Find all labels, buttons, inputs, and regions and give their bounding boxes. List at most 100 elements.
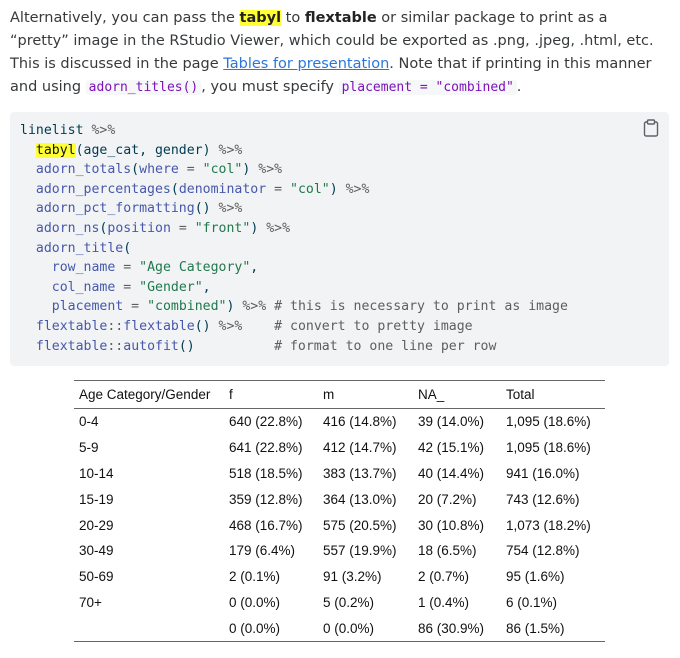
table-cell: 70+ <box>79 595 102 611</box>
table-cell: 5-9 <box>79 439 99 455</box>
table-cell: 10-14 <box>79 465 114 481</box>
table-cell: 383 (13.7%) <box>323 465 397 481</box>
code-token: "combined" <box>147 299 227 315</box>
header-f: f <box>229 387 233 402</box>
code-line: adorn_title( <box>36 241 131 256</box>
table-cell: 20-29 <box>79 517 114 533</box>
table-cell: 941 (16.0%) <box>506 465 580 481</box>
highlighted-term-tabyl: tabyl <box>239 10 282 26</box>
table-cell: 40 (14.4%) <box>418 465 485 481</box>
code-token: %>% <box>258 162 283 178</box>
code-token: %>% <box>218 318 243 334</box>
code-token: adorn_ns <box>35 220 100 236</box>
code-token: = <box>170 220 195 236</box>
code-token: ( <box>123 240 132 256</box>
code-content: linelist %>% tabyl(age_cat, gender) %>% … <box>20 121 568 356</box>
inline-code-adorn-titles: adorn_titles() <box>85 80 202 95</box>
code-block: linelist %>% tabyl(age_cat, gender) %>% … <box>10 112 669 366</box>
table-row: 70+ 0 (0.0%) 5 (0.2%) 1 (0.4%) 6 (0.1%) <box>74 590 605 616</box>
code-token: "col" <box>290 181 330 197</box>
inline-code-placement: placement = "combined" <box>338 80 517 95</box>
code-token: %>% <box>83 123 116 138</box>
code-token: :: <box>107 318 124 334</box>
table-row: 20-29 468 (16.7%) 575 (20.5%) 30 (10.8%) 1,0… <box>74 512 605 538</box>
code-token: "col" <box>202 162 243 178</box>
paragraph-text: . <box>516 79 522 95</box>
table-cell: 416 (14.8%) <box>323 414 397 430</box>
code-line: linelist %>% <box>20 123 115 138</box>
code-comment: # format to one line per row <box>194 338 497 354</box>
table-cell <box>74 616 224 642</box>
table-cell: 86 (1.5%) <box>506 620 565 636</box>
code-token: () <box>194 201 219 217</box>
code-line: adorn_percentages(denominator = "col") %… <box>36 182 370 197</box>
table-cell: 86 (30.9%) <box>418 620 485 636</box>
code-token: "front" <box>194 220 251 236</box>
table-cell: 50-69 <box>79 569 114 585</box>
table-row: 10-14 518 (18.5%) 383 (13.7%) 40 (14.4%) 941… <box>74 460 605 486</box>
code-token: () <box>178 338 195 354</box>
code-token: %>% <box>218 142 243 158</box>
code-token: ( <box>170 181 179 197</box>
table-cell: 1,095 (18.6%) <box>506 439 591 455</box>
code-token: ) <box>250 220 267 236</box>
table-cell: 743 (12.6%) <box>506 491 580 507</box>
table-cell: 5 (0.2%) <box>323 595 375 611</box>
code-line: adorn_ns(position = "front") %>% <box>36 221 290 236</box>
code-token: adorn_pct_formatting <box>35 201 195 217</box>
code-token: autofit <box>123 338 179 354</box>
header-age-category-gender: Age Category/Gender <box>79 387 211 402</box>
code-token: row_name <box>51 260 116 276</box>
tables-for-presentation-link[interactable]: Tables for presentation <box>223 56 389 72</box>
code-token: %>% <box>266 220 291 236</box>
table-cell: 468 (16.7%) <box>229 517 303 533</box>
table-cell: 42 (15.1%) <box>418 439 485 455</box>
code-token: %>% <box>242 299 267 315</box>
code-token: linelist <box>20 123 84 138</box>
table-cell: 179 (6.4%) <box>229 543 296 559</box>
code-token: () <box>194 318 219 334</box>
table-cell: 2 (0.1%) <box>229 569 281 585</box>
table-row: 50-69 2 (0.1%) 91 (3.2%) 2 (0.7%) 95 (1.6%) <box>74 564 605 590</box>
table-cell: 557 (19.9%) <box>323 543 397 559</box>
code-token: col_name <box>51 279 116 295</box>
table-cell: 364 (13.0%) <box>323 491 397 507</box>
code-token: adorn_title <box>35 240 124 256</box>
code-token: denominator <box>178 181 267 197</box>
table-header-row: Age Category/Gender f m NA_ Total <box>74 380 605 409</box>
intro-paragraph: Alternatively, you can pass the tabyl to… <box>10 7 670 99</box>
code-line: placement = "combined") %>% # this is ne… <box>52 299 568 314</box>
table-cell: 6 (0.1%) <box>506 595 558 611</box>
table-cell: 18 (6.5%) <box>418 543 477 559</box>
table-cell: 30 (10.8%) <box>418 517 485 533</box>
code-token: where <box>139 162 179 178</box>
table-cell: 0 (0.0%) <box>323 620 375 636</box>
code-token: adorn_percentages <box>35 181 171 197</box>
code-token: %>% <box>345 181 370 197</box>
table-cell: 91 (3.2%) <box>323 569 382 585</box>
table-row: 30-49 179 (6.4%) 557 (19.9%) 18 (6.5%) 754 (… <box>74 538 605 564</box>
code-token: ( <box>131 162 140 178</box>
table-row: 0-4 640 (22.8%) 416 (14.8%) 39 (14.0%) 1,095… <box>74 409 605 435</box>
table-cell: 412 (14.7%) <box>323 439 397 455</box>
code-token: = <box>123 299 148 315</box>
code-token: ) <box>242 162 259 178</box>
code-token: , <box>202 279 211 295</box>
table-cell: 1,095 (18.6%) <box>506 414 591 430</box>
table-cell: 0 (0.0%) <box>229 620 281 636</box>
code-token: (age_cat, gender) <box>75 142 219 158</box>
code-comment: # this is necessary to print as image <box>266 299 568 315</box>
table-cell: 0 (0.0%) <box>229 595 281 611</box>
code-token: "Gender" <box>139 279 203 295</box>
table-cell: 518 (18.5%) <box>229 465 303 481</box>
code-line: adorn_totals(where = "col") %>% <box>36 162 282 177</box>
table-cell: 2 (0.7%) <box>418 569 470 585</box>
code-line: adorn_pct_formatting() %>% <box>36 201 242 216</box>
paragraph-text: Alternatively, you can pass the <box>10 10 240 26</box>
header-m: m <box>323 387 335 402</box>
code-token: tabyl <box>35 142 76 158</box>
code-line: col_name = "Gender", <box>52 280 211 295</box>
code-token: placement <box>51 299 124 315</box>
copy-code-button[interactable] <box>643 119 659 137</box>
table-cell: 30-49 <box>79 543 114 559</box>
